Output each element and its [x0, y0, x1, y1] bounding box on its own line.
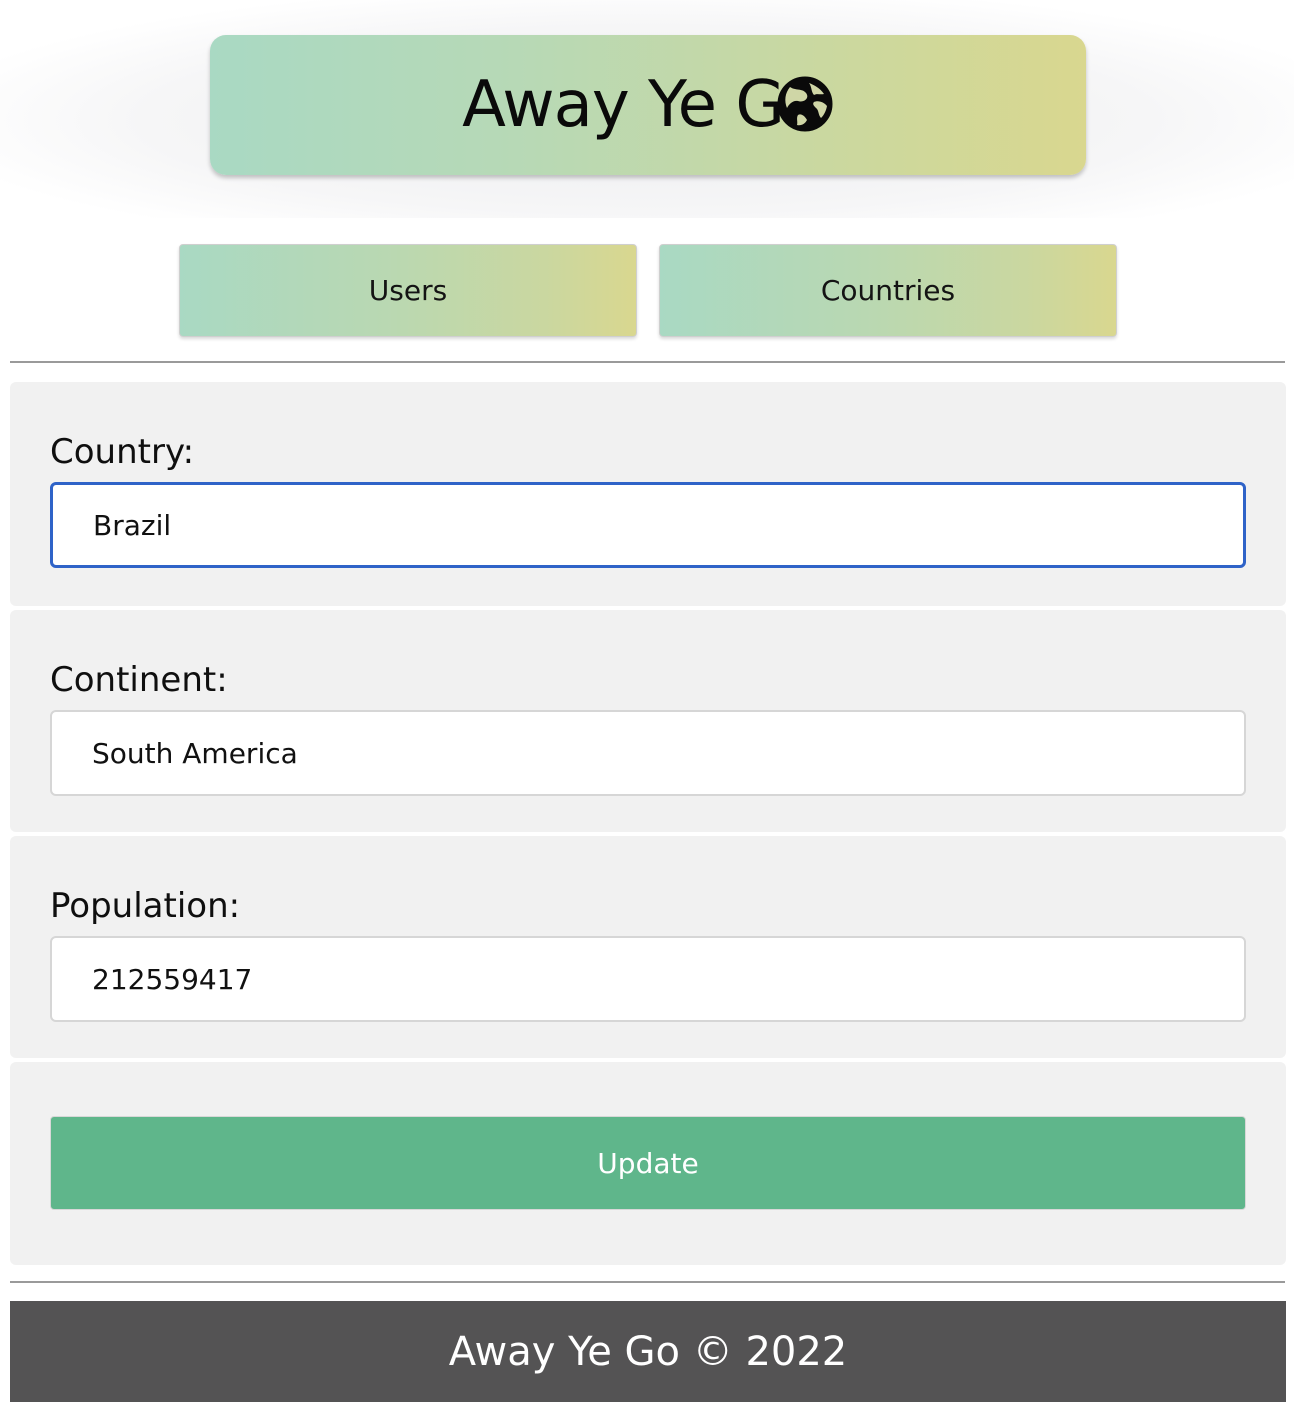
globe-icon: [777, 76, 833, 132]
footer-text: Away Ye Go © 2022: [448, 1328, 848, 1375]
country-input[interactable]: [50, 482, 1246, 568]
brand-title-text: Away Ye G: [462, 68, 785, 142]
population-input[interactable]: [50, 936, 1246, 1022]
header: Away Ye G: [0, 0, 1294, 218]
update-button[interactable]: Update: [50, 1116, 1246, 1210]
divider-bottom: [10, 1281, 1285, 1283]
continent-input[interactable]: [50, 710, 1246, 796]
nav-countries-button[interactable]: Countries: [659, 244, 1117, 337]
brand-title: Away Ye G: [462, 68, 834, 142]
submit-group: Update: [10, 1062, 1286, 1265]
footer: Away Ye Go © 2022: [10, 1301, 1286, 1402]
population-label: Population:: [50, 886, 241, 926]
country-label: Country:: [50, 432, 195, 472]
page: Away Ye G Users Countries Country: Conti…: [0, 0, 1294, 1402]
divider-top: [10, 361, 1285, 363]
country-field-group: Country:: [10, 382, 1286, 606]
nav-countries-label: Countries: [820, 274, 956, 307]
nav-users-button[interactable]: Users: [179, 244, 637, 337]
continent-field-group: Continent:: [10, 610, 1286, 832]
population-field-group: Population:: [10, 836, 1286, 1058]
continent-label: Continent:: [50, 660, 228, 700]
nav-users-label: Users: [368, 274, 448, 307]
brand-logo[interactable]: Away Ye G: [210, 35, 1086, 175]
